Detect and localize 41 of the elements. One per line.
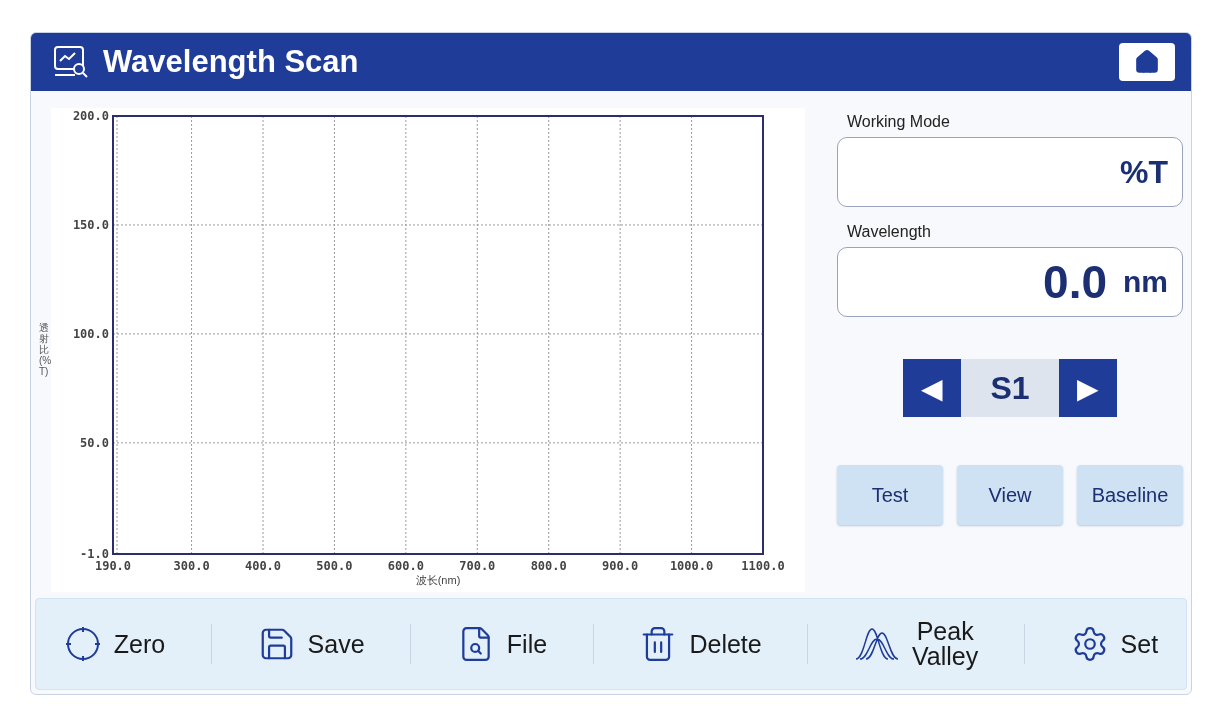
y-tick-label: 200.0 [72,108,109,123]
x-tick-label: 300.0 [173,558,210,573]
y-tick-label: 50.0 [80,435,109,450]
home-button[interactable] [1119,43,1175,81]
toolbar-button[interactable]: Delete [629,619,772,669]
y-tick-label: 150.0 [72,217,109,232]
x-tick-label: 1000.0 [669,558,714,573]
y-tick-label: -1.0 [80,546,109,561]
action-button[interactable]: Test [837,465,943,525]
previous-button[interactable]: ◀ [903,359,961,417]
x-axis-label: 波长(nm) [415,573,461,586]
x-tick-label: 600.0 [387,558,424,573]
field-label: Working Mode [847,113,951,131]
toolbar-button[interactable]: Zero [53,619,176,669]
action-button[interactable]: View [957,465,1063,525]
next-button[interactable]: ▶ [1059,359,1117,417]
toolbar-button[interactable]: Peak Valley [844,613,989,675]
peaks-icon [854,625,901,663]
toolbar-button[interactable]: File [446,619,558,669]
x-tick-label: 400.0 [244,558,282,573]
x-tick-label: 190.0 [94,558,132,573]
unit-label: nm [1123,265,1168,299]
x-tick-label: 900.0 [602,558,639,573]
field-label: Wavelength [847,223,932,241]
x-tick-label: 700.0 [459,558,496,573]
wavelength-value: 0.0 [1043,255,1107,309]
toolbar-button[interactable]: Set [1060,619,1169,669]
wavelength-field[interactable]: 0.0 nm [837,247,1183,317]
x-tick-label: 500.0 [316,558,353,573]
circle-icon [63,625,102,663]
y-tick-label: 100.0 [72,326,109,341]
y-axis-label: 透射比(%T) [39,322,49,377]
working-mode-field[interactable]: %T [837,137,1183,207]
home-icon [1134,49,1160,75]
window-title: Wavelength Scan [103,44,360,80]
monitor-chart-icon [53,45,89,79]
action-button[interactable]: Baseline [1077,465,1183,525]
x-tick-label: 1100.0 [741,558,785,573]
toolbar-button[interactable]: Save [247,619,375,669]
x-tick-label: 800.0 [530,558,567,573]
sample-value: S1 [961,359,1059,417]
